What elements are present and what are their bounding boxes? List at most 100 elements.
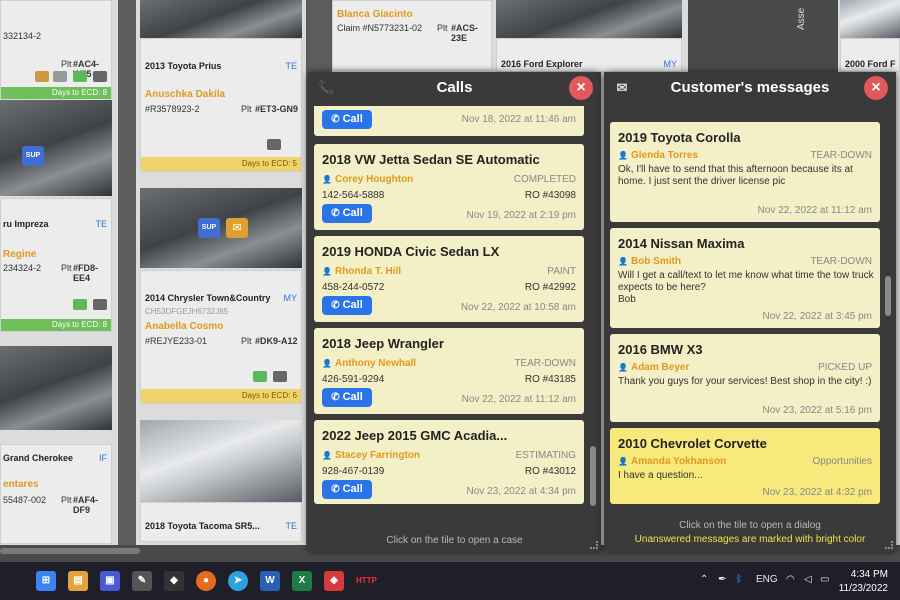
call-ro-number: RO #43185 [524,374,576,385]
call-button-label: Call [342,391,363,403]
file-explorer-icon[interactable]: ▤ [68,571,88,591]
call-button[interactable]: ✆ Call [322,296,372,315]
tile-customer-name: Anabella Cosmo [145,321,224,332]
case-tile[interactable]: 332134-2 Plt #AC4-W55 Days to ECD: 8 [0,0,112,99]
tile-claim: #R3578923-2 [145,104,200,114]
windows-start-icon[interactable]: ⊞ [36,571,56,591]
envelope-icon: ✉ [616,80,628,95]
call-date: Nov 22, 2022 at 10:58 am [460,302,576,313]
call-button[interactable]: ✆ Call [322,480,372,499]
wifi-icon[interactable]: ◠ [786,574,795,585]
case-tile[interactable]: 2016 Ford Explorer MY [496,38,682,72]
message-vehicle-title: 2016 BMW X3 [618,342,703,357]
http-app-icon[interactable]: HTTP [356,571,377,591]
call-button[interactable]: ✆ Call [322,204,372,223]
message-status: Opportunities [812,456,872,467]
call-card[interactable]: 2022 Jeep 2015 GMC Acadia... Stacey Farr… [314,420,584,504]
case-tile[interactable]: 2013 Toyota Prius TE Anuschka Dakila #R3… [140,38,302,172]
call-phone: 928-467-0139 [322,466,385,477]
tile-model: 2000 Ford F [845,59,896,69]
car-photo [496,0,682,38]
tile-customer-name: Blanca Giacinto [337,9,413,20]
case-tile[interactable]: 2018 Toyota Tacoma SR5... TE [140,502,302,542]
call-customer-name: Stacey Farrington [322,450,420,461]
close-calls-button[interactable]: × [569,76,593,100]
tile-claim: #REJYE233-01 [145,336,208,346]
call-button[interactable]: ✆ Call [322,110,372,129]
board-horizontal-scrollbar[interactable] [0,548,140,554]
usb-icon [267,139,281,150]
case-tile[interactable]: 2014 Chrysler Town&Country MY CH53DFGEJH… [140,270,302,404]
calls-footer-hint: Click on the tile to open a case [386,535,523,546]
calls-scroll-thumb[interactable] [590,446,596,506]
clock-date[interactable]: 11/23/2022 [839,583,888,594]
check-icon [253,371,267,382]
call-button[interactable]: ✆ Call [322,388,372,407]
close-messages-button[interactable]: × [864,76,888,100]
clock-time[interactable]: 4:34 PM [851,569,888,580]
messages-list: 2019 Toyota Corolla Glenda Torres TEAR-D… [610,106,882,514]
tile-position-tag: TE [285,61,297,71]
call-customer-name: Anthony Newhall [322,358,416,369]
message-card[interactable]: 2014 Nissan Maxima Bob Smith TEAR-DOWN W… [610,228,880,328]
usb-icon [93,71,107,82]
resize-grip-icon[interactable] [885,541,893,549]
check-icon [73,299,87,310]
anydesk-icon[interactable]: ◈ [324,571,344,591]
calls-list: ✆ Call Nov 18, 2022 at 11:46 am 2018 VW J… [314,106,584,514]
taskbar: ⊞ ▤ ▣ ✎ ◆ ● ➤ W X ◈ HTTP ⌃ ✒ ᛒ ENG ◠ ◁ ▭… [0,562,900,600]
case-tile[interactable]: ru Impreza TE Regine 234324-2 Plt #FD8-E… [0,198,112,332]
save-disk-icon[interactable]: ▣ [100,571,120,591]
call-vehicle-title: 2019 HONDA Civic Sedan LX [322,244,500,259]
message-vehicle-title: 2019 Toyota Corolla [618,130,741,145]
message-card[interactable]: 2016 BMW X3 Adam Beyer PICKED UP Thank y… [610,334,880,422]
bluetooth-icon[interactable]: ᛒ [736,574,742,585]
tray-expand-icon[interactable]: ⌃ [700,574,708,585]
message-text: I have a question... [618,470,703,481]
case-tile[interactable]: 2000 Ford F [840,38,900,72]
tool-icon[interactable]: ✎ [132,571,152,591]
call-button-label: Call [342,299,363,311]
due-bar: Days to ECD: 6 [141,389,301,403]
tile-pos-label: Plt [61,495,72,505]
messages-scrollbar[interactable] [885,106,891,514]
call-card[interactable]: 2018 Jeep Wrangler Anthony Newhall TEAR-… [314,328,584,414]
case-tile[interactable]: Grand Cherokee IF entares 55487-002 Plt … [0,444,112,544]
call-date: Nov 22, 2022 at 11:12 am [461,394,576,405]
message-card[interactable]: 2019 Toyota Corolla Glenda Torres TEAR-D… [610,122,880,222]
language-indicator[interactable]: ENG [756,574,778,585]
tile-position-tag: TE [285,521,297,531]
phone-icon: ✆ [331,208,340,219]
excel-icon[interactable]: X [292,571,312,591]
resize-grip-icon[interactable] [590,541,598,549]
phone-icon: ✆ [331,484,340,495]
tile-model: ru Impreza [3,219,49,229]
call-card[interactable]: 2018 VW Jetta Sedan SE Automatic Corey H… [314,144,584,230]
tile-position-tag: IF [99,453,107,463]
call-button-label: Call [342,207,363,219]
due-bar: Days to ECD: 8 [1,87,111,99]
call-card[interactable]: 2019 HONDA Civic Sedan LX Rhonda T. Hill… [314,236,584,322]
firefox-icon[interactable]: ● [196,571,216,591]
battery-icon[interactable]: ▭ [820,574,829,585]
calls-scrollbar[interactable] [590,106,596,514]
app-icon[interactable]: ◆ [164,571,184,591]
call-date: Nov 18, 2022 at 11:46 am [461,114,576,125]
tile-model: 2013 Toyota Prius [145,61,222,71]
call-card[interactable]: ✆ Call Nov 18, 2022 at 11:46 am [314,106,584,136]
word-icon[interactable]: W [260,571,280,591]
message-card-unread[interactable]: 2010 Chevrolet Corvette Amanda Yokhanson… [610,428,880,504]
message-customer-name: Amanda Yokhanson [618,456,726,467]
messages-scroll-thumb[interactable] [885,276,891,316]
message-text: Ok, I'll have to send that this afternoo… [618,164,853,187]
call-phone: 142-564-5888 [322,190,385,201]
tile-pos: #AF4-DF9 [73,495,99,515]
case-tile[interactable]: Blanca Giacinto Claim #N5773231-02 Plt #… [332,0,492,70]
tile-customer-name: Regine [3,249,37,260]
tile-customer-name: entares [3,479,39,490]
tile-pos: #DK9-A12 [255,336,298,346]
telegram-icon[interactable]: ➤ [228,571,248,591]
volume-icon[interactable]: ◁ [804,574,812,585]
pen-icon[interactable]: ✒ [718,574,726,585]
tile-claim: 55487-002 [3,495,47,505]
